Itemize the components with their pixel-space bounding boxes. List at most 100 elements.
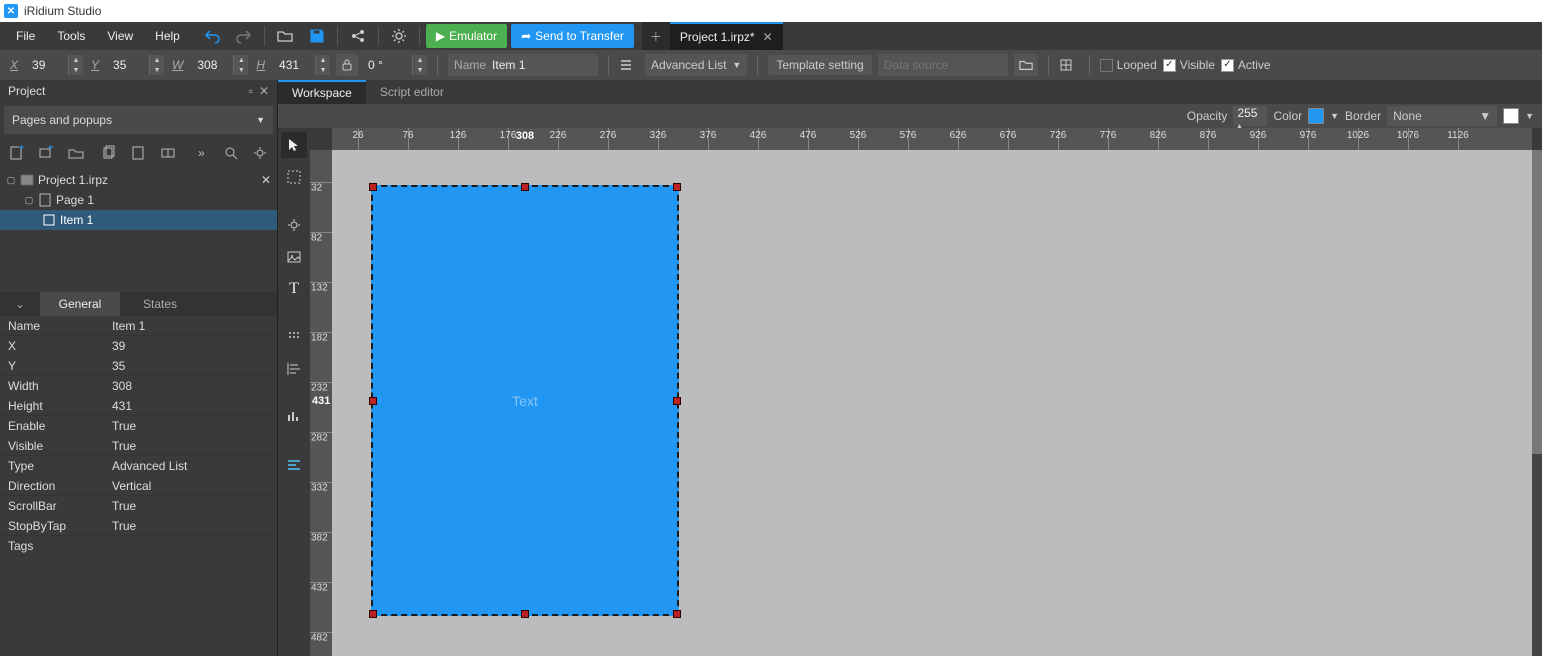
gear-icon[interactable] — [248, 140, 273, 166]
menu-tools[interactable]: Tools — [47, 25, 95, 47]
search-icon[interactable] — [218, 140, 243, 166]
w-field[interactable] — [193, 55, 233, 75]
property-value[interactable]: True — [112, 519, 277, 533]
w-up-icon[interactable]: ▲ — [234, 55, 248, 65]
tree-collapse-icon[interactable]: ▢ — [24, 195, 34, 206]
opacity-field[interactable] — [1233, 106, 1267, 120]
property-row[interactable]: ScrollBarTrue — [0, 496, 277, 516]
border-color-swatch[interactable] — [1503, 108, 1519, 124]
pin-icon[interactable]: ▫ — [249, 84, 253, 98]
property-row[interactable]: Width308 — [0, 376, 277, 396]
vertical-ruler[interactable]: 3282132182232282332382432482431 — [310, 150, 332, 656]
angle-up-icon[interactable]: ▲ — [413, 55, 427, 65]
canvas[interactable]: 2676126176226276326376426476526576626676… — [310, 128, 1542, 656]
tab-states[interactable]: States — [120, 292, 200, 316]
add-page-icon[interactable]: + — [4, 140, 29, 166]
menu-help[interactable]: Help — [145, 25, 190, 47]
x-input[interactable]: ▲▼ — [28, 55, 83, 75]
type-dropdown[interactable]: Advanced List ▼ — [645, 54, 747, 76]
close-icon[interactable]: ✕ — [763, 30, 773, 44]
looped-checkbox[interactable]: Looped — [1100, 58, 1157, 72]
expand-icon[interactable]: » — [189, 140, 214, 166]
prop-tab-chevron-icon[interactable]: ⌄ — [0, 292, 40, 316]
canvas-page[interactable]: Text — [332, 150, 1356, 656]
data-source-field[interactable] — [884, 58, 984, 72]
property-value[interactable]: True — [112, 419, 277, 433]
select-tool-icon[interactable] — [281, 132, 307, 158]
stage[interactable]: Text — [332, 150, 1532, 656]
text-tool-icon[interactable]: T — [281, 276, 307, 302]
property-row[interactable]: TypeAdvanced List — [0, 456, 277, 476]
resize-handle-s[interactable] — [521, 610, 529, 618]
levels-tool-icon[interactable] — [281, 404, 307, 430]
save-icon[interactable] — [301, 22, 333, 50]
selected-item[interactable]: Text — [371, 185, 679, 616]
settings-gear-icon[interactable] — [383, 22, 415, 50]
x-field[interactable] — [28, 55, 68, 75]
chevron-down-icon[interactable]: ▼ — [1330, 111, 1339, 121]
property-value[interactable]: Vertical — [112, 479, 277, 493]
tree-collapse-icon[interactable]: ▢ — [6, 175, 16, 186]
list-icon[interactable] — [619, 58, 639, 72]
property-row[interactable]: Tags — [0, 536, 277, 556]
paragraph-tool-icon[interactable] — [281, 452, 307, 478]
angle-input[interactable]: ▲▼ — [364, 55, 427, 75]
tab-workspace[interactable]: Workspace — [278, 80, 366, 104]
w-input[interactable]: ▲▼ — [193, 55, 248, 75]
y-down-icon[interactable]: ▼ — [150, 65, 164, 75]
tree-page[interactable]: ▢ Page 1 — [0, 190, 277, 210]
property-value[interactable]: True — [112, 499, 277, 513]
copy-icon[interactable] — [96, 140, 121, 166]
add-popup-icon[interactable]: + — [33, 140, 58, 166]
menu-view[interactable]: View — [97, 25, 143, 47]
active-checkbox[interactable]: ✓ Active — [1221, 58, 1271, 72]
property-value[interactable]: 431 — [112, 399, 277, 413]
h-input[interactable]: ▲▼ — [275, 55, 330, 75]
marquee-tool-icon[interactable] — [281, 164, 307, 190]
tab-script-editor[interactable]: Script editor — [366, 80, 458, 104]
new-doc-tab-button[interactable]: ＋ — [642, 22, 670, 50]
pages-selector[interactable]: Pages and popups ▼ — [4, 106, 273, 134]
y-input[interactable]: ▲▼ — [109, 55, 164, 75]
send-to-transfer-button[interactable]: ➦ Send to Transfer — [511, 24, 634, 48]
angle-field[interactable] — [364, 55, 412, 75]
h-down-icon[interactable]: ▼ — [316, 65, 330, 75]
gear-tool-icon[interactable] — [281, 212, 307, 238]
property-value[interactable]: 39 — [112, 339, 277, 353]
y-field[interactable] — [109, 55, 149, 75]
resize-handle-nw[interactable] — [369, 183, 377, 191]
chevron-down-icon[interactable]: ▼ — [1525, 111, 1534, 121]
x-up-icon[interactable]: ▲ — [69, 55, 83, 65]
grid-icon[interactable] — [1059, 58, 1079, 72]
resize-handle-se[interactable] — [673, 610, 681, 618]
property-row[interactable]: VisibleTrue — [0, 436, 277, 456]
tree-item[interactable]: Item 1 — [0, 210, 277, 230]
data-source-browse-icon[interactable] — [1014, 54, 1038, 76]
undo-icon[interactable] — [196, 22, 228, 50]
name-field[interactable] — [492, 58, 582, 72]
property-value[interactable]: True — [112, 439, 277, 453]
h-field[interactable] — [275, 55, 315, 75]
color-swatch[interactable] — [1308, 108, 1324, 124]
duplicate-icon[interactable] — [155, 140, 180, 166]
h-up-icon[interactable]: ▲ — [316, 55, 330, 65]
redo-icon[interactable] — [228, 22, 260, 50]
scrollbar-thumb[interactable] — [1532, 150, 1542, 454]
resize-handle-n[interactable] — [521, 183, 529, 191]
property-row[interactable]: Height431 — [0, 396, 277, 416]
property-value[interactable]: Item 1 — [112, 319, 277, 333]
template-setting-button[interactable]: Template setting — [768, 55, 871, 75]
grid-tool-icon[interactable] — [281, 324, 307, 350]
resize-handle-ne[interactable] — [673, 183, 681, 191]
horizontal-ruler[interactable]: 2676126176226276326376426476526576626676… — [332, 128, 1532, 150]
tab-general[interactable]: General — [40, 292, 120, 316]
property-row[interactable]: DirectionVertical — [0, 476, 277, 496]
resize-handle-sw[interactable] — [369, 610, 377, 618]
border-dropdown[interactable]: None ▼ — [1387, 106, 1497, 126]
w-down-icon[interactable]: ▼ — [234, 65, 248, 75]
resize-handle-e[interactable] — [673, 397, 681, 405]
property-row[interactable]: EnableTrue — [0, 416, 277, 436]
tree-project-root[interactable]: ▢ Project 1.irpz ✕ — [0, 170, 277, 190]
property-row[interactable]: Y35 — [0, 356, 277, 376]
angle-down-icon[interactable]: ▼ — [413, 65, 427, 75]
